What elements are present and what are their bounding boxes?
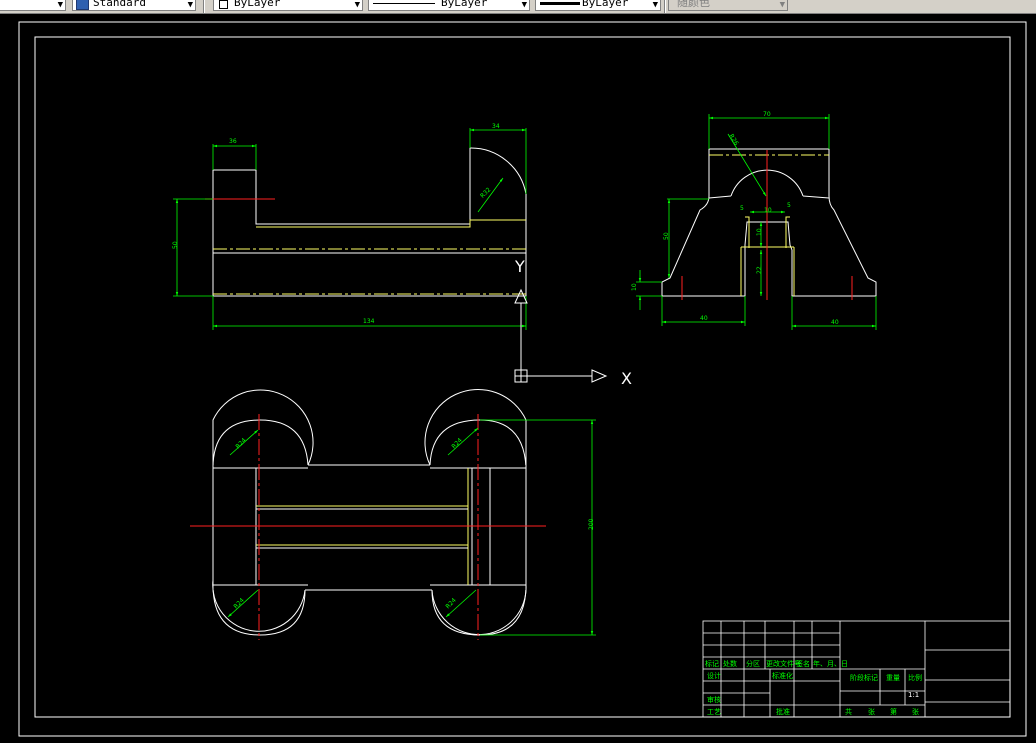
dim-side-height: 50 <box>663 232 670 240</box>
drawing-canvas[interactable]: 36 34 R32 50 134 70 R26 5 5 10 50 10 10 … <box>0 14 1036 743</box>
dim-side-small-left: 5 <box>740 205 744 212</box>
tb-sheet-total: 共 <box>845 707 852 716</box>
dim-side-slot-depth: 10 <box>756 228 763 236</box>
dim-top-radius-bl: R24 <box>232 597 245 610</box>
top-view[interactable]: R24 R24 R24 R24 200 <box>190 388 596 640</box>
text-style-icon <box>76 0 89 10</box>
sheet-border <box>18 21 1027 737</box>
tb-stage-mark: 阶段标记 <box>850 673 878 682</box>
plot-style-dropdown: 随颜色 ▼ <box>668 0 788 11</box>
ucs-icon <box>514 288 608 383</box>
tb-label-mark: 标记 <box>705 659 719 668</box>
tb-sheet-number: 第 <box>890 707 897 716</box>
color-value: ByLayer <box>234 0 281 9</box>
tb-approve: 批准 <box>776 707 790 716</box>
dim-top-height: 200 <box>588 518 595 530</box>
tb-scale: 比例 <box>908 673 922 682</box>
tb-scale-value: 1:1 <box>908 691 919 699</box>
lineweight-dropdown[interactable]: ByLayer ▼ <box>535 0 661 11</box>
toolbar-separator <box>664 0 666 13</box>
dim-side-slot-width: 10 <box>764 207 772 214</box>
linetype-value: ByLayer <box>441 0 488 9</box>
ucs-y-label: Y <box>514 257 525 276</box>
tb-label-zone: 分区 <box>746 659 760 668</box>
linetype-dropdown[interactable]: ByLayer ▼ <box>368 0 530 11</box>
title-block[interactable] <box>702 620 1011 718</box>
chevron-down-icon: ▼ <box>652 0 658 10</box>
text-style-dropdown[interactable]: Standard ▼ <box>72 0 196 11</box>
title-block-text: 标记 处数 分区 更改文件号 签名 年、月、日 设计 标准化 阶段标记 重量 比… <box>705 659 922 716</box>
dim-front-top-right: 34 <box>492 123 500 130</box>
dim-front-height: 50 <box>172 241 179 249</box>
dim-side-radius: R26 <box>727 133 739 147</box>
properties-toolbar: ▼ Standard ▼ ByLayer ▼ ByLayer ▼ ByLayer… <box>0 0 1036 14</box>
style-dropdown-prev[interactable]: ▼ <box>0 0 66 11</box>
tb-review: 审核 <box>707 695 721 704</box>
tb-label-date: 年、月、日 <box>813 659 848 668</box>
dim-side-top: 70 <box>763 111 771 118</box>
tb-process: 工艺 <box>707 708 721 716</box>
plot-style-value: 随颜色 <box>677 0 710 9</box>
color-dropdown[interactable]: ByLayer ▼ <box>213 0 363 11</box>
chevron-down-icon: ▼ <box>187 0 193 10</box>
dim-side-left-width: 40 <box>700 315 708 322</box>
chevron-down-icon: ▼ <box>354 0 360 10</box>
chevron-down-icon: ▼ <box>779 0 785 10</box>
linetype-preview-icon <box>373 3 435 4</box>
side-view[interactable]: 70 R26 5 5 10 50 10 10 22 40 40 <box>631 111 877 330</box>
color-swatch-icon <box>219 0 228 9</box>
dim-front-top-left: 36 <box>229 138 237 145</box>
tb-label-sign: 签名 <box>796 659 810 668</box>
dim-front-length: 134 <box>363 318 375 325</box>
ucs-x-label: X <box>621 369 632 388</box>
dim-top-radius-tr: R24 <box>450 437 463 450</box>
dim-side-slot-height: 22 <box>756 266 763 274</box>
dim-side-right-width: 40 <box>831 319 839 326</box>
tb-sheet-unit-2: 张 <box>912 707 919 716</box>
dim-front-radius: R32 <box>479 186 492 199</box>
tb-standardization: 标准化 <box>772 671 793 680</box>
chevron-down-icon: ▼ <box>521 0 527 10</box>
tb-label-count: 处数 <box>723 659 737 668</box>
chevron-down-icon: ▼ <box>57 0 63 10</box>
lineweight-value: ByLayer <box>582 0 629 9</box>
tb-sheet-unit-1: 张 <box>868 707 875 716</box>
front-view[interactable]: 36 34 R32 50 134 <box>172 123 527 330</box>
tb-weight: 重量 <box>886 674 900 682</box>
toolbar-separator <box>203 0 205 13</box>
text-style-value: Standard <box>93 0 146 9</box>
dim-side-small-right: 5 <box>787 202 791 209</box>
lineweight-preview-icon <box>540 2 580 5</box>
tb-design: 设计 <box>707 671 721 680</box>
dim-top-radius-tl: R24 <box>234 437 247 450</box>
dim-side-base: 10 <box>631 283 638 291</box>
